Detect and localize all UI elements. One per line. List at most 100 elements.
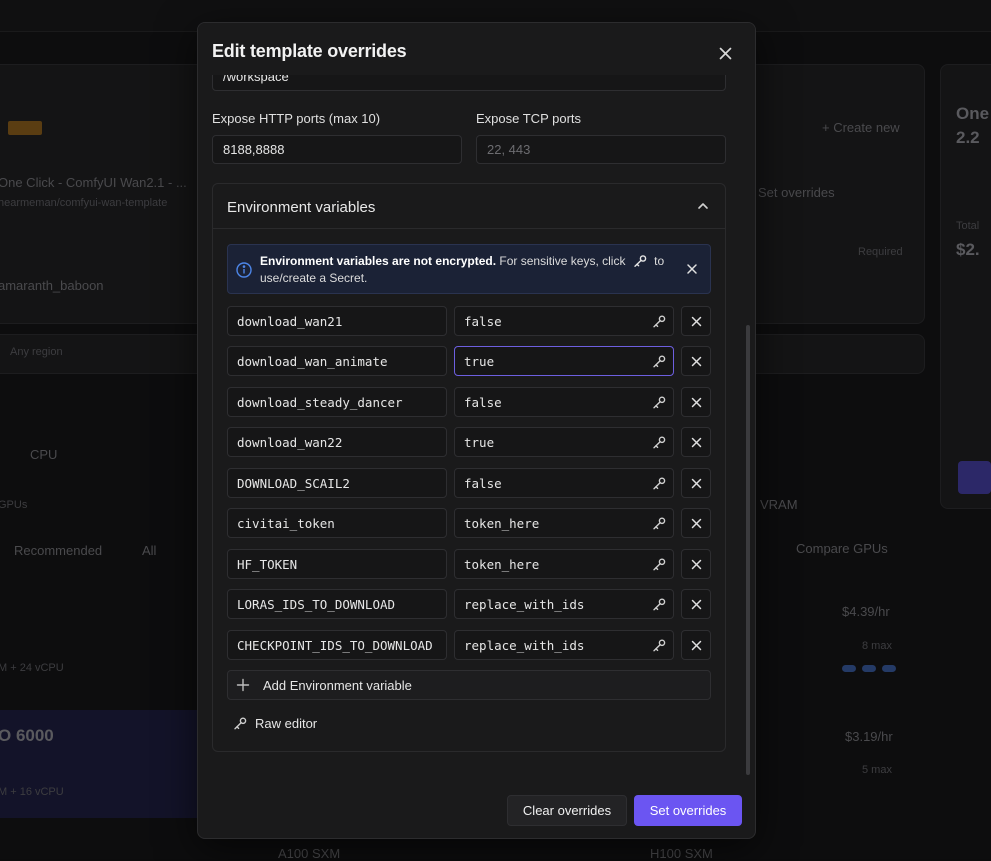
close-icon — [691, 437, 702, 448]
env-value-input[interactable]: false — [454, 387, 674, 417]
env-value-text: false — [464, 314, 502, 329]
dialog-scroll-area[interactable]: /workspace Expose HTTP ports (max 10) 81… — [198, 75, 755, 783]
background-cpu: CPU — [30, 447, 57, 462]
env-variable-row: CHECKPOINT_IDS_TO_DOWNLOAD replace_with_… — [227, 630, 711, 660]
clear-overrides-button[interactable]: Clear overrides — [507, 795, 627, 826]
delete-env-button[interactable] — [681, 468, 711, 498]
key-icon[interactable] — [652, 517, 666, 530]
close-icon — [719, 47, 732, 60]
key-icon[interactable] — [652, 436, 666, 449]
env-variable-row: download_steady_dancer false — [227, 387, 711, 417]
key-icon[interactable] — [652, 355, 666, 368]
env-variable-row: download_wan_animate true — [227, 346, 711, 376]
key-icon[interactable] — [652, 315, 666, 328]
http-ports-input[interactable]: 8188,8888 — [212, 135, 462, 164]
delete-env-button[interactable] — [681, 549, 711, 579]
background-template-sub: hearmeman/comfyui-wan-template — [0, 197, 167, 209]
background-price-1: $4.39/hr — [842, 604, 890, 619]
env-key-input[interactable]: CHECKPOINT_IDS_TO_DOWNLOAD — [227, 630, 447, 660]
background-pill — [882, 665, 896, 672]
info-icon — [236, 262, 252, 278]
background-max-2: 5 max — [862, 764, 892, 776]
key-icon[interactable] — [652, 598, 666, 611]
chevron-up-icon[interactable] — [695, 198, 711, 214]
env-key-input[interactable]: download_wan22 — [227, 427, 447, 457]
env-variable-row: download_wan22 true — [227, 427, 711, 457]
background-max-1: 8 max — [862, 640, 892, 652]
env-value-input[interactable]: false — [454, 468, 674, 498]
tcp-ports-label: Expose TCP ports — [476, 111, 581, 126]
close-icon — [691, 599, 702, 610]
volume-mount-path-input[interactable]: /workspace — [212, 75, 726, 91]
env-key-input[interactable]: download_wan21 — [227, 306, 447, 336]
env-value-text: token_here — [464, 557, 539, 572]
delete-env-button[interactable] — [681, 630, 711, 660]
close-icon — [691, 478, 702, 489]
env-key-input[interactable]: DOWNLOAD_SCAIL2 — [227, 468, 447, 498]
raw-editor-button[interactable]: Raw editor — [233, 713, 317, 733]
env-value-input[interactable]: token_here — [454, 508, 674, 538]
env-value-input[interactable]: token_here — [454, 549, 674, 579]
key-icon — [633, 255, 647, 267]
env-variable-row: HF_TOKEN token_here — [227, 549, 711, 579]
dialog-scrollbar[interactable] — [746, 325, 750, 775]
background-set-overrides: Set overrides — [758, 185, 835, 200]
tcp-ports-input[interactable]: 22, 443 — [476, 135, 726, 164]
dialog-header: Edit template overrides — [198, 23, 755, 75]
key-icon[interactable] — [652, 639, 666, 652]
delete-env-button[interactable] — [681, 427, 711, 457]
key-icon — [233, 717, 247, 730]
background-required: Required — [858, 246, 903, 258]
env-variable-row: DOWNLOAD_SCAIL2 false — [227, 468, 711, 498]
env-value-text: token_here — [464, 516, 539, 531]
background-region: Any region — [10, 346, 63, 358]
env-value-input[interactable]: false — [454, 306, 674, 336]
edit-template-overrides-dialog: /workspace Expose HTTP ports (max 10) 81… — [197, 22, 756, 839]
background-side-price: $2. — [956, 240, 980, 260]
close-dialog-button[interactable] — [715, 43, 735, 63]
env-value-input[interactable]: true — [454, 427, 674, 457]
close-icon — [691, 518, 702, 529]
background-deploy-button — [958, 461, 991, 494]
delete-env-button[interactable] — [681, 306, 711, 336]
add-env-variable-button[interactable]: Add Environment variable — [227, 670, 711, 700]
key-icon[interactable] — [652, 477, 666, 490]
environment-variables-header[interactable]: Environment variables — [213, 184, 725, 229]
delete-env-button[interactable] — [681, 387, 711, 417]
background-pill — [842, 665, 856, 672]
env-value-input[interactable]: true — [454, 346, 674, 376]
env-variable-row: civitai_token token_here — [227, 508, 711, 538]
key-icon[interactable] — [652, 396, 666, 409]
dialog-title: Edit template overrides — [212, 41, 406, 62]
delete-env-button[interactable] — [681, 589, 711, 619]
env-key-input[interactable]: LORAS_IDS_TO_DOWNLOAD — [227, 589, 447, 619]
env-value-text: false — [464, 395, 502, 410]
env-variable-row: download_wan21 false — [227, 306, 711, 336]
notice-bold-text: Environment variables are not encrypted. — [260, 254, 496, 268]
delete-env-button[interactable] — [681, 508, 711, 538]
background-side-total: Total — [956, 220, 979, 232]
environment-variables-panel: Environment variables Environment variab… — [212, 183, 726, 752]
env-value-input[interactable]: replace_with_ids — [454, 630, 674, 660]
http-ports-label: Expose HTTP ports (max 10) — [212, 111, 380, 126]
set-overrides-button[interactable]: Set overrides — [634, 795, 742, 826]
background-pill — [862, 665, 876, 672]
background-side-version: 2.2 — [956, 128, 980, 148]
background-spec-2: M + 16 vCPU — [0, 786, 64, 798]
env-key-input[interactable]: download_steady_dancer — [227, 387, 447, 417]
env-value-text: replace_with_ids — [464, 638, 584, 653]
env-value-input[interactable]: replace_with_ids — [454, 589, 674, 619]
close-icon — [691, 640, 702, 651]
close-icon — [691, 316, 702, 327]
background-tag — [8, 121, 42, 135]
env-key-input[interactable]: civitai_token — [227, 508, 447, 538]
environment-variables-title: Environment variables — [227, 199, 375, 216]
key-icon[interactable] — [652, 558, 666, 571]
background-create-new: + Create new — [822, 120, 900, 135]
env-key-input[interactable]: HF_TOKEN — [227, 549, 447, 579]
env-not-encrypted-notice: Environment variables are not encrypted.… — [227, 244, 711, 294]
close-icon[interactable] — [686, 263, 698, 275]
delete-env-button[interactable] — [681, 346, 711, 376]
env-key-input[interactable]: download_wan_animate — [227, 346, 447, 376]
background-pod-name: amaranth_baboon — [0, 278, 104, 293]
